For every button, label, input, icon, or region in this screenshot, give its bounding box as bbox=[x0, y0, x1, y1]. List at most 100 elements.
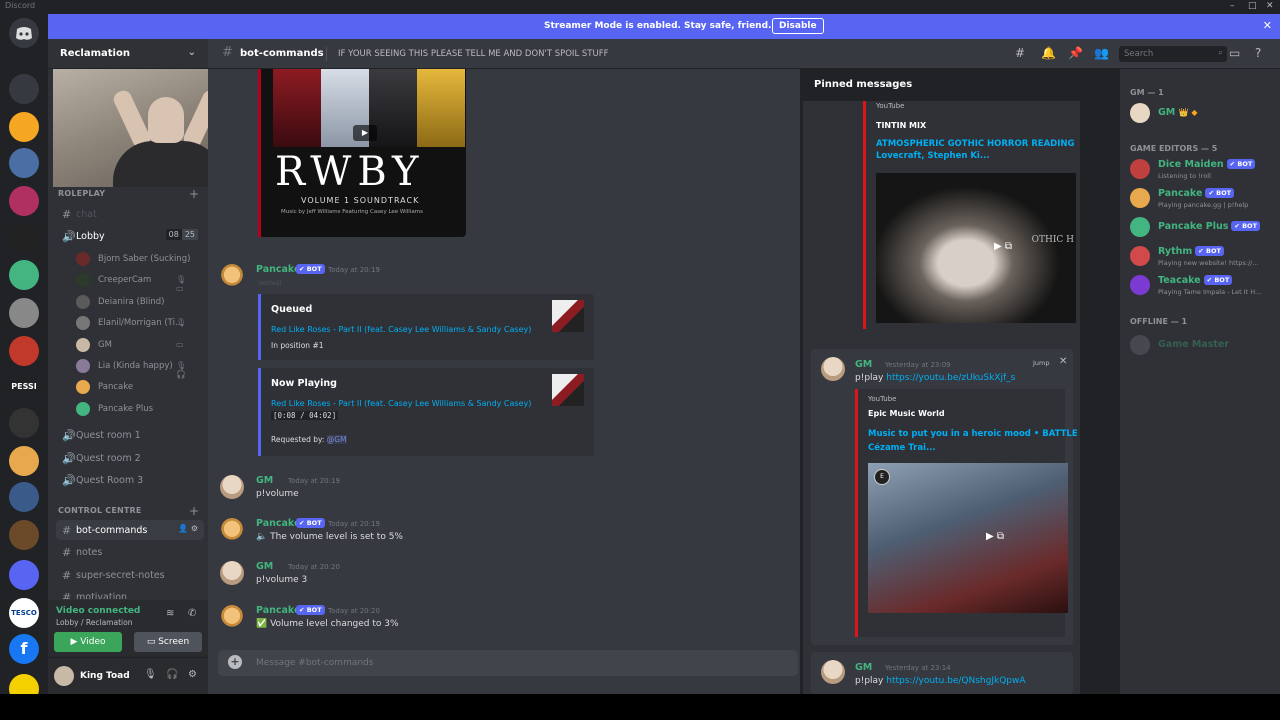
member-editor[interactable]: Pancake Plus ✔ BOT bbox=[1130, 213, 1276, 241]
disable-streamer-mode-button[interactable]: Disable bbox=[772, 18, 824, 34]
play-icon[interactable]: ▶ ⧉ bbox=[994, 241, 1012, 252]
server-icon[interactable] bbox=[9, 336, 39, 366]
bell-icon[interactable]: 🔔 bbox=[1041, 46, 1056, 60]
bot-badge: ✔ BOT bbox=[296, 264, 325, 274]
server-icon[interactable]: TESCO bbox=[9, 598, 39, 628]
server-icon[interactable] bbox=[9, 482, 39, 512]
server-icon[interactable] bbox=[9, 224, 39, 254]
member-editor[interactable]: Rythm ✔ BOT Playing new website! https://.… bbox=[1130, 242, 1276, 270]
avatar[interactable] bbox=[220, 264, 244, 288]
channel-notes[interactable]: # notes bbox=[56, 542, 204, 562]
home-discord-icon[interactable] bbox=[9, 18, 39, 48]
channel-label: motivation bbox=[76, 592, 128, 599]
avatar[interactable] bbox=[54, 666, 74, 686]
voice-channel-quest-room-2[interactable]: 🔊 Quest room 2 bbox=[56, 448, 204, 468]
avatar[interactable] bbox=[220, 475, 244, 499]
server-icon[interactable] bbox=[9, 112, 39, 142]
video-title[interactable]: Music to put you in a heroic mood • BATT… bbox=[868, 429, 1078, 439]
server-icon[interactable] bbox=[9, 408, 39, 438]
banner-text: Streamer Mode is enabled. Stay safe, fri… bbox=[544, 21, 772, 31]
video-thumbnail[interactable]: OTHIC H ▶ ⧉ bbox=[876, 173, 1076, 323]
song-link[interactable]: Red Like Roses - Part II (feat. Casey Le… bbox=[271, 399, 531, 408]
disconnect-icon[interactable]: ✆ bbox=[188, 608, 196, 619]
avatar bbox=[76, 337, 90, 352]
song-link[interactable]: Red Like Roses - Part II (feat. Casey Le… bbox=[271, 325, 531, 334]
video-title-cont[interactable]: Lovecraft, Stephen Ki... bbox=[876, 151, 990, 161]
video-button[interactable]: ▶ Video bbox=[54, 632, 122, 652]
voice-channel-lobby[interactable]: 🔊 Lobby 08 25 bbox=[56, 226, 204, 246]
message-author[interactable]: GM bbox=[256, 475, 273, 486]
voice-channel-quest-room-3[interactable]: 🔊 Quest Room 3 bbox=[56, 470, 204, 490]
channel-bot-commands[interactable]: # bot-commands 👤 ⚙ bbox=[56, 520, 204, 540]
chevron-down-icon[interactable]: ⌄ bbox=[188, 47, 196, 58]
member-editor[interactable]: Dice Maiden ✔ BOT Listening to !roll bbox=[1130, 155, 1276, 183]
video-thumbnail[interactable]: ▶ ⧉ E bbox=[868, 463, 1068, 613]
search-input[interactable]: Search ⌕ bbox=[1119, 46, 1227, 62]
message-author[interactable]: Pancake bbox=[256, 264, 300, 275]
gear-icon[interactable]: ⚙ bbox=[188, 669, 197, 680]
noise-suppression-icon[interactable]: ≋ bbox=[166, 608, 174, 619]
avatar[interactable] bbox=[821, 357, 845, 381]
attach-plus-icon[interactable]: + bbox=[228, 655, 242, 669]
member-editor[interactable]: Pancake ✔ BOT Playing pancake.gg | p!help bbox=[1130, 184, 1276, 212]
play-icon[interactable]: ▶ bbox=[353, 125, 377, 141]
message-author[interactable]: Pancake bbox=[256, 518, 300, 529]
member-list-icon[interactable]: 👥 bbox=[1094, 46, 1109, 60]
server-icon[interactable] bbox=[9, 186, 39, 216]
screen-share-button[interactable]: ▭ Screen bbox=[134, 632, 202, 652]
jump-button[interactable]: Jump bbox=[1033, 359, 1050, 367]
message-author[interactable]: GM bbox=[256, 561, 273, 572]
server-icon[interactable] bbox=[9, 446, 39, 476]
server-icon[interactable] bbox=[9, 298, 39, 328]
pinned-message-3[interactable]: GM Yesterday at 23:14 p!play https://you… bbox=[811, 652, 1073, 694]
message-author[interactable]: Pancake bbox=[256, 605, 300, 616]
channel-motivation[interactable]: # motivation bbox=[56, 587, 204, 599]
message-text: p!volume 3 bbox=[256, 575, 308, 585]
pin-icon[interactable]: 📌 bbox=[1068, 46, 1083, 60]
maximize-button[interactable]: □ bbox=[1248, 1, 1257, 11]
member-offline[interactable]: Game Master bbox=[1130, 331, 1276, 359]
server-icon[interactable] bbox=[9, 520, 39, 550]
microphone-icon[interactable]: 🎙 bbox=[144, 669, 157, 680]
play-icon[interactable]: ▶ ⧉ bbox=[986, 531, 1004, 542]
avatar[interactable] bbox=[821, 660, 845, 684]
message-author[interactable]: GM bbox=[855, 662, 872, 673]
help-icon[interactable]: ? bbox=[1255, 46, 1261, 60]
guild-header[interactable]: Reclamation ⌄ bbox=[48, 39, 208, 69]
add-channel-icon[interactable]: + bbox=[189, 504, 199, 518]
close-window-button[interactable]: ✕ bbox=[1266, 1, 1274, 11]
message-composer[interactable]: + Message #bot-commands bbox=[218, 650, 798, 676]
server-icon[interactable] bbox=[9, 260, 39, 290]
member-editor[interactable]: Teacake ✔ BOT Playing Tame Impala - Let It… bbox=[1130, 271, 1276, 299]
channel-settings-icon[interactable]: 👤 ⚙ bbox=[178, 524, 198, 533]
server-icon[interactable] bbox=[9, 560, 39, 590]
channel-super-secret-notes[interactable]: # super-secret-notes bbox=[56, 565, 204, 585]
server-icon[interactable] bbox=[9, 148, 39, 178]
avatar[interactable] bbox=[220, 605, 244, 629]
minimize-button[interactable]: – bbox=[1230, 1, 1235, 11]
server-icon[interactable] bbox=[9, 74, 39, 104]
bot-badge: ✔ BOT bbox=[296, 518, 325, 528]
threads-icon[interactable]: # bbox=[1015, 46, 1025, 60]
close-icon[interactable]: ✕ bbox=[1059, 356, 1067, 367]
member-gm[interactable]: GM 👑 ◆ bbox=[1130, 99, 1276, 127]
pinned-message-2[interactable]: GM Yesterday at 23:09 Jump ✕ p!play http… bbox=[811, 349, 1078, 645]
category-roleplay[interactable]: ROLEPLAY + bbox=[58, 187, 199, 201]
video-title-cont[interactable]: Cézame Trai... bbox=[868, 443, 936, 453]
inbox-icon[interactable]: ▭ bbox=[1229, 46, 1240, 60]
headphones-icon[interactable]: 🎧 bbox=[166, 669, 178, 680]
category-control-centre[interactable]: CONTROL CENTRE + bbox=[58, 504, 199, 518]
server-icon[interactable]: PESSI TV bbox=[9, 372, 39, 402]
avatar[interactable] bbox=[220, 561, 244, 585]
rwby-album-art[interactable]: RWBY VOLUME 1 SOUNDTRACK Music by Jeff W… bbox=[258, 69, 466, 237]
voice-location[interactable]: Lobby / Reclamation bbox=[56, 618, 132, 627]
avatar[interactable] bbox=[220, 518, 244, 542]
video-title[interactable]: ATMOSPHERIC GOTHIC HORROR READING bbox=[876, 139, 1074, 149]
banner-close-icon[interactable]: ✕ bbox=[1263, 19, 1272, 32]
message-author[interactable]: GM bbox=[855, 359, 872, 370]
channel-hidden[interactable]: # chat bbox=[56, 204, 204, 224]
voice-channel-quest-room-1[interactable]: 🔊 Quest room 1 bbox=[56, 425, 204, 445]
channel-topic[interactable]: IF YOUR SEEING THIS PLEASE TELL ME AND D… bbox=[338, 49, 608, 59]
server-icon[interactable]: f bbox=[9, 634, 39, 664]
add-channel-icon[interactable]: + bbox=[189, 187, 199, 201]
